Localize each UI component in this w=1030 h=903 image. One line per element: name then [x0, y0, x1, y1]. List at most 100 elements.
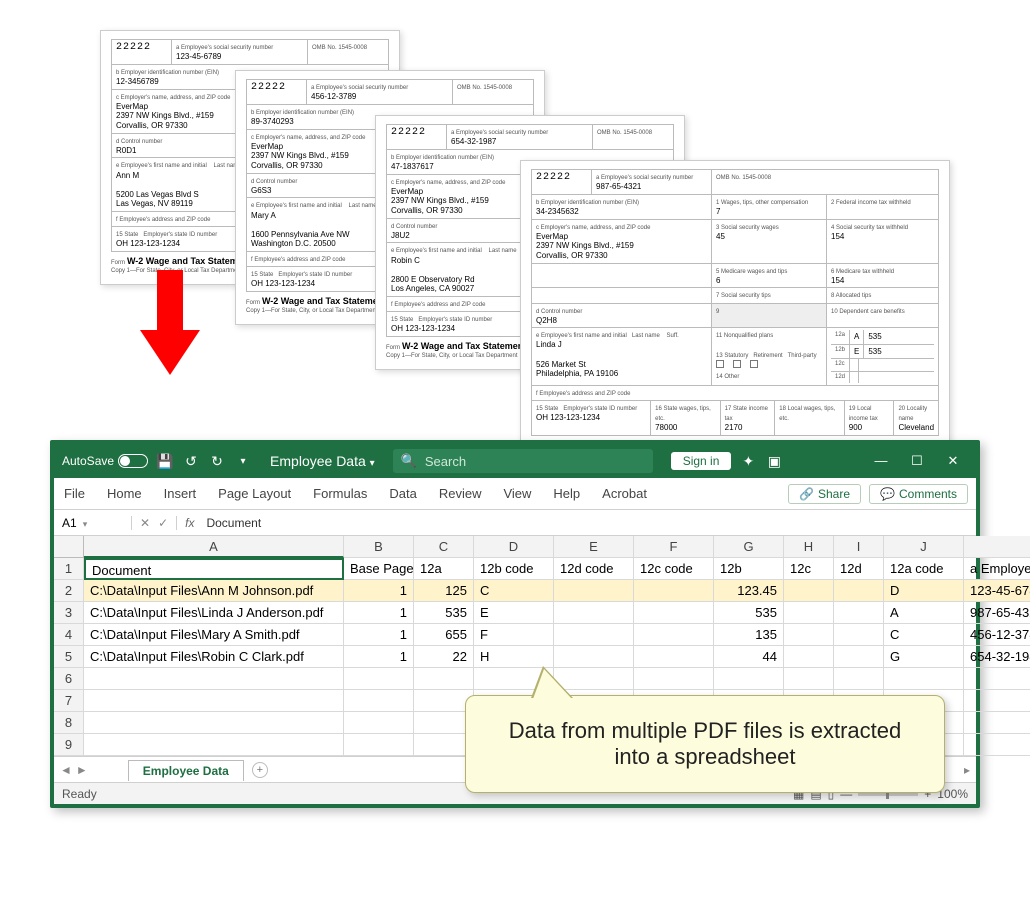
- row-header[interactable]: 8: [54, 712, 84, 734]
- cell[interactable]: [634, 624, 714, 646]
- close-icon[interactable]: ✕: [938, 453, 968, 469]
- minimize-icon[interactable]: ―: [866, 453, 896, 469]
- cell[interactable]: [964, 690, 1030, 712]
- cell[interactable]: [554, 580, 634, 602]
- name-box[interactable]: A1: [54, 516, 132, 530]
- cell[interactable]: [784, 624, 834, 646]
- cell[interactable]: [634, 646, 714, 668]
- cell[interactable]: [964, 734, 1030, 756]
- tab-home[interactable]: Home: [105, 482, 144, 505]
- cell[interactable]: [784, 602, 834, 624]
- cell[interactable]: D: [884, 580, 964, 602]
- cell[interactable]: 654-32-1987: [964, 646, 1030, 668]
- cell[interactable]: [884, 668, 964, 690]
- select-all-corner[interactable]: [54, 536, 84, 558]
- row-header[interactable]: 3: [54, 602, 84, 624]
- sign-in-button[interactable]: Sign in: [671, 452, 732, 470]
- cell[interactable]: [834, 646, 884, 668]
- share-button[interactable]: 🔗 Share: [788, 484, 861, 504]
- cell[interactable]: [634, 602, 714, 624]
- col-header[interactable]: F: [634, 536, 714, 558]
- tab-acrobat[interactable]: Acrobat: [600, 482, 649, 505]
- col-header[interactable]: A: [84, 536, 344, 558]
- cell[interactable]: [964, 712, 1030, 734]
- row-header[interactable]: 9: [54, 734, 84, 756]
- cell[interactable]: 1: [344, 580, 414, 602]
- qat-dropdown-icon[interactable]: ▾: [234, 452, 252, 470]
- formula-input[interactable]: Document: [202, 516, 265, 530]
- col-header[interactable]: E: [554, 536, 634, 558]
- sheet-tab[interactable]: Employee Data: [128, 760, 244, 781]
- undo-icon[interactable]: ↺: [182, 452, 200, 470]
- cell[interactable]: [784, 646, 834, 668]
- tab-formulas[interactable]: Formulas: [311, 482, 369, 505]
- cell[interactable]: 1: [344, 646, 414, 668]
- cell[interactable]: 123-45-6789: [964, 580, 1030, 602]
- cell[interactable]: [634, 580, 714, 602]
- col-header[interactable]: J: [884, 536, 964, 558]
- cell[interactable]: C: [884, 624, 964, 646]
- cell[interactable]: C:\Data\Input Files\Mary A Smith.pdf: [84, 624, 344, 646]
- maximize-icon[interactable]: ☐: [902, 453, 932, 469]
- row-header[interactable]: 1: [54, 558, 84, 580]
- cell[interactable]: 12a: [414, 558, 474, 580]
- row-header[interactable]: 4: [54, 624, 84, 646]
- cell[interactable]: 125: [414, 580, 474, 602]
- col-header[interactable]: K: [964, 536, 1030, 558]
- col-header[interactable]: H: [784, 536, 834, 558]
- coming-soon-icon[interactable]: ✦: [739, 452, 757, 470]
- cell[interactable]: H: [474, 646, 554, 668]
- cell[interactable]: G: [884, 646, 964, 668]
- cell[interactable]: 135: [714, 624, 784, 646]
- cell[interactable]: [784, 668, 834, 690]
- cell[interactable]: [834, 668, 884, 690]
- cell[interactable]: 655: [414, 624, 474, 646]
- cell[interactable]: F: [474, 624, 554, 646]
- cancel-icon[interactable]: ✕: [140, 516, 150, 530]
- cell[interactable]: 535: [414, 602, 474, 624]
- cell[interactable]: C: [474, 580, 554, 602]
- cell[interactable]: Base Page: [344, 558, 414, 580]
- redo-icon[interactable]: ↻: [208, 452, 226, 470]
- col-header[interactable]: B: [344, 536, 414, 558]
- mode-switch-icon[interactable]: ▣: [765, 452, 783, 470]
- cell[interactable]: a Employee social security: [964, 558, 1030, 580]
- cell[interactable]: 12b: [714, 558, 784, 580]
- cell[interactable]: C:\Data\Input Files\Linda J Anderson.pdf: [84, 602, 344, 624]
- cell[interactable]: E: [474, 602, 554, 624]
- search-box[interactable]: 🔍: [393, 449, 653, 473]
- enter-icon[interactable]: ✓: [158, 516, 168, 530]
- cell[interactable]: [344, 734, 414, 756]
- cell[interactable]: [834, 580, 884, 602]
- tab-next-icon[interactable]: ►: [76, 763, 88, 777]
- col-header[interactable]: G: [714, 536, 784, 558]
- cell[interactable]: 12c code: [634, 558, 714, 580]
- cell[interactable]: 12b code: [474, 558, 554, 580]
- cell[interactable]: 1: [344, 602, 414, 624]
- cell[interactable]: [344, 690, 414, 712]
- cell[interactable]: 12a code: [884, 558, 964, 580]
- tab-prev-icon[interactable]: ◄: [60, 763, 72, 777]
- col-header[interactable]: C: [414, 536, 474, 558]
- tab-insert[interactable]: Insert: [162, 482, 199, 505]
- cell[interactable]: 12c: [784, 558, 834, 580]
- cell[interactable]: [84, 690, 344, 712]
- save-icon[interactable]: 💾: [156, 452, 174, 470]
- tab-view[interactable]: View: [501, 482, 533, 505]
- cell[interactable]: [554, 624, 634, 646]
- row-header[interactable]: 5: [54, 646, 84, 668]
- search-input[interactable]: [423, 453, 645, 470]
- tab-file[interactable]: File: [62, 482, 87, 505]
- cell[interactable]: C:\Data\Input Files\Ann M Johnson.pdf: [84, 580, 344, 602]
- scroll-right-icon[interactable]: ▸: [964, 763, 970, 777]
- cell[interactable]: [714, 668, 784, 690]
- cell[interactable]: [84, 734, 344, 756]
- add-sheet-icon[interactable]: +: [252, 762, 268, 778]
- tab-help[interactable]: Help: [551, 482, 582, 505]
- row-header[interactable]: 7: [54, 690, 84, 712]
- cell[interactable]: [554, 602, 634, 624]
- cell[interactable]: A: [884, 602, 964, 624]
- cell[interactable]: C:\Data\Input Files\Robin C Clark.pdf: [84, 646, 344, 668]
- cell[interactable]: 1: [344, 624, 414, 646]
- cell[interactable]: [84, 668, 344, 690]
